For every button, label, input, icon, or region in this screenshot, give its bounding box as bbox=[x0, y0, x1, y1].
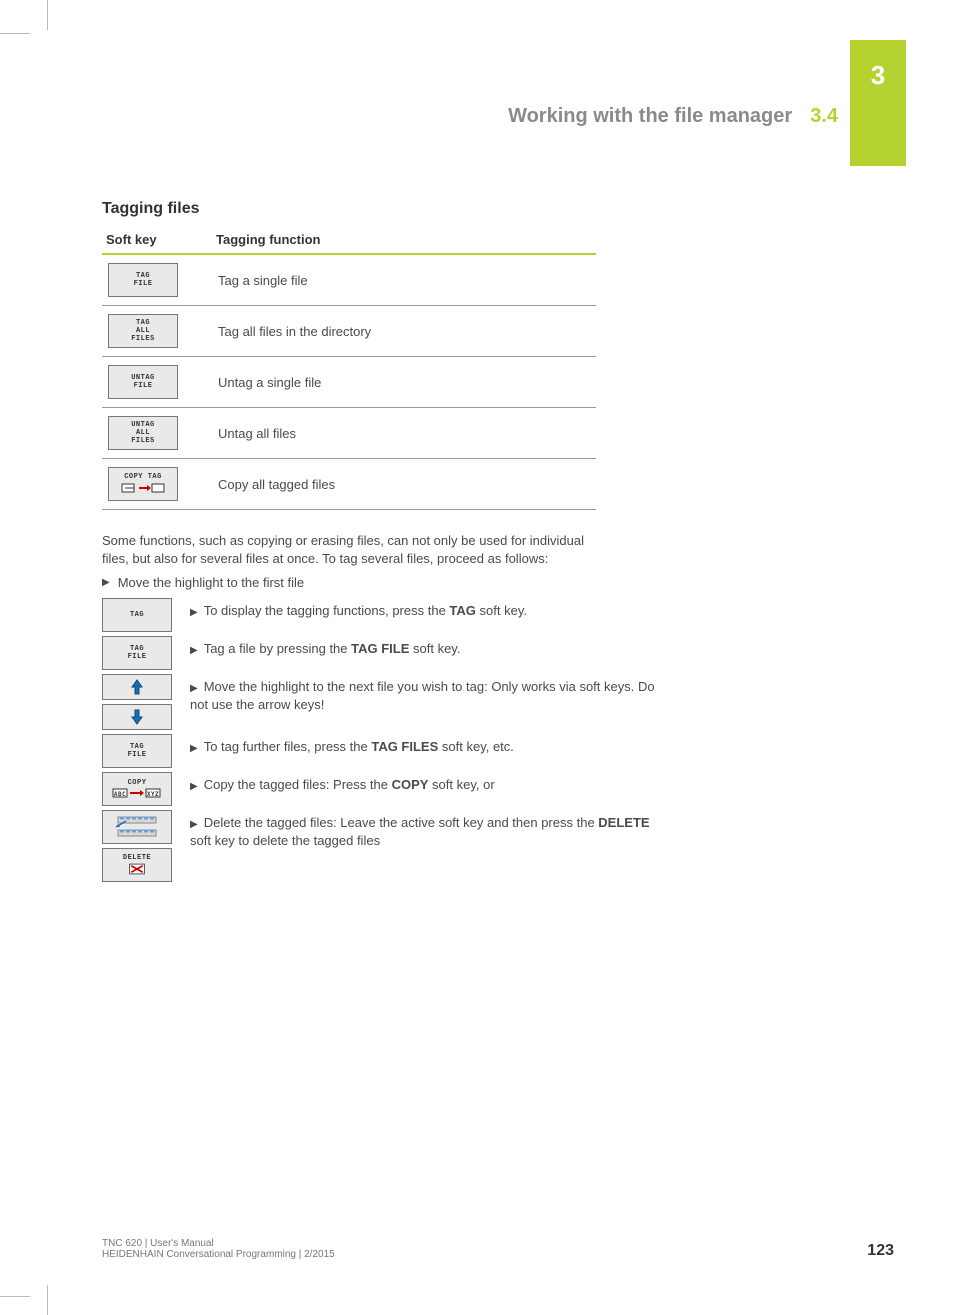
first-bullet: ▶ Move the highlight to the first file bbox=[102, 575, 662, 590]
table-row: UNTAGFILE Untag a single file bbox=[102, 357, 596, 408]
arrow-down-key bbox=[102, 704, 172, 730]
copy-key: COPYABCXYZ bbox=[102, 772, 172, 806]
step-text: ▶Delete the tagged files: Leave the acti… bbox=[190, 810, 662, 849]
table-row: COPY TAG Copy all tagged files bbox=[102, 459, 596, 510]
table-row: UNTAGALLFILES Untag all files bbox=[102, 408, 596, 459]
steps-list: TAG ▶To display the tagging functions, pr… bbox=[102, 598, 662, 882]
softkey-untag-file: UNTAGFILE bbox=[108, 365, 178, 399]
delete-key: DELETE bbox=[102, 848, 172, 882]
table-row: TAGALLFILES Tag all files in the director… bbox=[102, 306, 596, 357]
delete-x-icon bbox=[128, 862, 146, 876]
softkey-tag-file: TAGFILE bbox=[108, 263, 178, 297]
table-cell-desc: Tag a single file bbox=[212, 254, 596, 306]
step-row: COPYABCXYZ▶Copy the tagged files: Press … bbox=[102, 772, 662, 806]
chapter-tab: 3 bbox=[850, 40, 906, 166]
triangle-icon: ▶ bbox=[190, 780, 198, 794]
arrow-up-icon bbox=[130, 678, 144, 696]
softkey-row-icon bbox=[112, 815, 162, 839]
table-header-softkey: Soft key bbox=[102, 228, 212, 254]
header-title: Working with the file manager bbox=[508, 105, 792, 128]
softkey-copy-tag: COPY TAG bbox=[108, 467, 178, 501]
intro-paragraph: Some functions, such as copying or erasi… bbox=[102, 532, 600, 567]
footer-line1: TNC 620 | User's Manual bbox=[102, 1238, 335, 1249]
table-cell-desc: Tag all files in the directory bbox=[212, 306, 596, 357]
section-heading: Tagging files bbox=[102, 200, 662, 218]
step-row: DELETE ▶Delete the tagged files: Leave th… bbox=[102, 810, 662, 882]
page-header: Working with the file manager 3.4 bbox=[508, 105, 838, 128]
step-text: ▶Move the highlight to the next file you… bbox=[190, 674, 662, 713]
softkey-tag: TAG bbox=[102, 598, 172, 632]
footer-line2: HEIDENHAIN Conversational Programming | … bbox=[102, 1249, 335, 1260]
table-row: TAGFILE Tag a single file bbox=[102, 254, 596, 306]
step-row: TAGFILE ▶To tag further files, press the … bbox=[102, 734, 662, 768]
page-number: 123 bbox=[867, 1242, 894, 1260]
arrow-up-key bbox=[102, 674, 172, 700]
step-text: ▶Copy the tagged files: Press the COPY s… bbox=[190, 772, 662, 794]
copy-abc-xyz-icon: ABC XYZ bbox=[112, 787, 162, 799]
chapter-number: 3 bbox=[871, 60, 885, 91]
arrow-down-icon bbox=[130, 708, 144, 726]
table-header-function: Tagging function bbox=[212, 228, 596, 254]
table-cell-desc: Untag a single file bbox=[212, 357, 596, 408]
header-section: 3.4 bbox=[810, 105, 838, 128]
back-key bbox=[102, 810, 172, 844]
triangle-icon: ▶ bbox=[190, 606, 198, 620]
step-text: ▶Tag a file by pressing the TAG FILE sof… bbox=[190, 636, 662, 658]
step-row: TAG ▶To display the tagging functions, pr… bbox=[102, 598, 662, 632]
softkey-table: Soft key Tagging function TAGFILE Tag a s… bbox=[102, 228, 596, 510]
page-footer: TNC 620 | User's Manual HEIDENHAIN Conve… bbox=[102, 1238, 894, 1260]
softkey-tag-file: TAGFILE bbox=[102, 636, 172, 670]
table-cell-desc: Untag all files bbox=[212, 408, 596, 459]
triangle-icon: ▶ bbox=[190, 742, 198, 756]
step-text: ▶To display the tagging functions, press… bbox=[190, 598, 662, 620]
first-bullet-text: Move the highlight to the first file bbox=[118, 575, 304, 590]
softkey-tag-file: TAGFILE bbox=[102, 734, 172, 768]
svg-text:ABC: ABC bbox=[114, 791, 126, 798]
triangle-icon: ▶ bbox=[190, 644, 198, 658]
softkey-untag-all-files: UNTAGALLFILES bbox=[108, 416, 178, 450]
step-row: TAGFILE ▶Tag a file by pressing the TAG F… bbox=[102, 636, 662, 670]
copy-tag-icon bbox=[109, 481, 177, 495]
softkey-tag-all-files: TAGALLFILES bbox=[108, 314, 178, 348]
table-cell-desc: Copy all tagged files bbox=[212, 459, 596, 510]
step-text: ▶To tag further files, press the TAG FIL… bbox=[190, 734, 662, 756]
triangle-icon: ▶ bbox=[190, 682, 198, 696]
triangle-icon: ▶ bbox=[102, 575, 110, 590]
triangle-icon: ▶ bbox=[190, 818, 198, 832]
svg-text:XYZ: XYZ bbox=[147, 791, 159, 798]
step-row: ▶Move the highlight to the next file you… bbox=[102, 674, 662, 730]
